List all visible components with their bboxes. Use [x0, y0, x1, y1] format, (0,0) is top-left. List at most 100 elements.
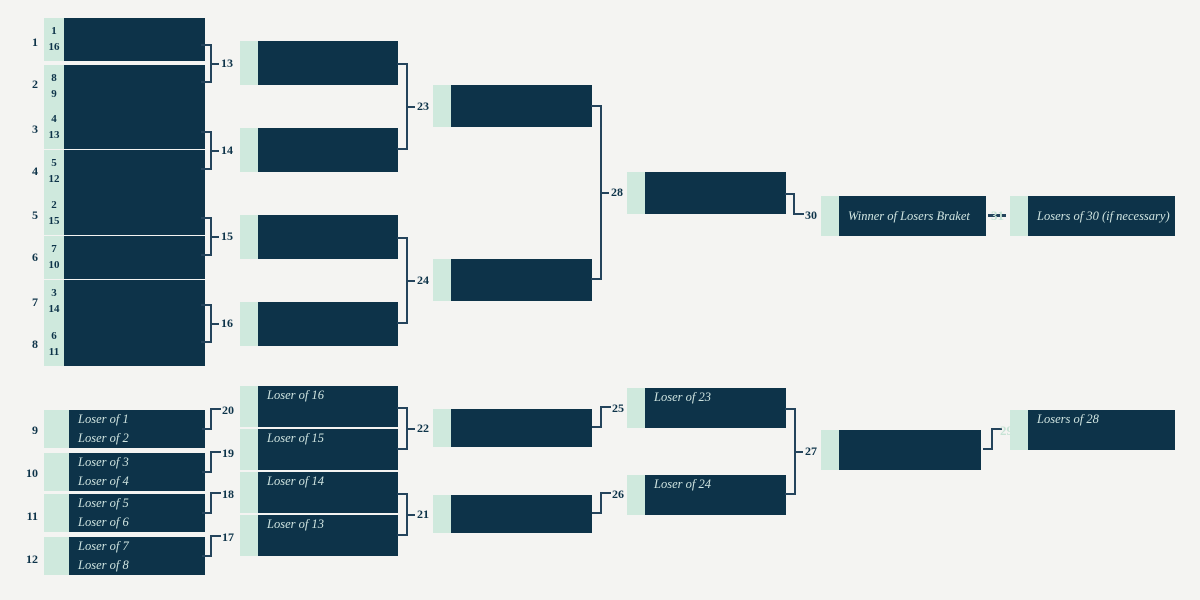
match-box-24[interactable]	[433, 259, 592, 301]
match-body-30: Winner of Losers Braket	[839, 196, 986, 236]
connector-24-label: 24	[417, 273, 429, 287]
match-box-28[interactable]	[627, 172, 786, 214]
match-box-14[interactable]	[240, 128, 398, 172]
connector-17-arm-bottom	[202, 555, 211, 557]
connector-30-arm-bottom	[795, 213, 804, 215]
match-box-11[interactable]: Loser of 5 Loser of 6	[44, 494, 205, 532]
connector-21-arm-bottom	[397, 534, 406, 536]
seed-top-7: 3	[51, 286, 57, 299]
match-box-10[interactable]: Loser of 3 Loser of 4	[44, 453, 205, 491]
match-box-15[interactable]	[240, 215, 398, 259]
match-box-22[interactable]	[433, 409, 592, 447]
connector-27-label: 27	[805, 444, 817, 458]
seed-cap-12	[44, 537, 69, 575]
connector-18-arm-top	[212, 492, 221, 494]
match-box-26[interactable]: Loser of 24	[627, 475, 786, 515]
connector-25-arm-top	[602, 406, 611, 408]
seed-bottom-7: 14	[48, 303, 60, 316]
connector-22-arm-bottom	[397, 448, 406, 450]
connector-21-label: 21	[417, 507, 429, 521]
match-box-20[interactable]: Loser of 16	[240, 386, 398, 427]
match-box-4[interactable]: 5 12	[44, 150, 205, 193]
connector-25-arm-bottom	[592, 426, 601, 428]
game-number-11: 11	[26, 509, 38, 523]
connector-26-spine	[600, 492, 602, 514]
connector-15-label: 15	[221, 229, 233, 243]
connector-20-arm-top	[212, 408, 221, 410]
slot-12-top: Loser of 7	[78, 538, 129, 553]
match-box-16[interactable]	[240, 302, 398, 346]
seed-cap-13	[240, 41, 258, 85]
match-box-31[interactable]: Losers of 30 (if necessary)	[1010, 196, 1175, 236]
slot-31: Losers of 30 (if necessary)	[1037, 208, 1170, 223]
match-box-13[interactable]	[240, 41, 398, 85]
match-box-25[interactable]: Loser of 23	[627, 388, 786, 428]
slot-10-bottom: Loser of 4	[78, 474, 129, 488]
seed-bottom-8: 11	[48, 346, 60, 359]
game-number-10: 10	[26, 466, 38, 480]
seed-cap-22	[433, 409, 451, 447]
match-box-19[interactable]: Loser of 15	[240, 429, 398, 470]
match-body-4	[64, 150, 205, 193]
seed-cap-17	[240, 515, 258, 556]
connector-27-arm-bottom	[785, 493, 794, 495]
match-box-21[interactable]	[433, 495, 592, 533]
seed-cap-25	[627, 388, 645, 428]
connector-15-arm-top	[201, 217, 210, 219]
seed-cap-20	[240, 386, 258, 427]
game-number-6: 6	[32, 250, 38, 264]
match-box-18[interactable]: Loser of 14	[240, 472, 398, 513]
connector-14-arm-top	[201, 131, 210, 133]
connector-17-spine	[210, 535, 212, 557]
connector-28-arm-top	[591, 105, 600, 107]
tournament-bracket: 1 1 16 2 8 9 13 3 4 13 4 5 12 14 5 2 15 …	[0, 0, 1200, 600]
match-box-5[interactable]: 2 15	[44, 192, 205, 235]
match-body-19: Loser of 15	[258, 429, 398, 470]
connector-21-arm-top	[397, 493, 406, 495]
connector-28-label: 28	[611, 185, 623, 199]
match-box-2[interactable]: 8 9	[44, 65, 205, 108]
match-box-9[interactable]: Loser of 1 Loser of 2	[44, 410, 205, 448]
match-body-28	[645, 172, 786, 214]
connector-16-arm-bottom	[201, 341, 210, 343]
connector-28-stub	[602, 192, 609, 194]
connector-13-arm-bottom	[201, 81, 210, 83]
match-body-13	[258, 41, 398, 85]
seed-cap-14	[240, 128, 258, 172]
match-box-12[interactable]: Loser of 7 Loser of 8	[44, 537, 205, 575]
match-body-8	[64, 323, 205, 366]
match-box-3[interactable]: 4 13	[44, 106, 205, 149]
connector-13-label: 13	[221, 56, 233, 70]
slot-11-top: Loser of 5	[78, 495, 129, 510]
seed-top-2: 8	[51, 71, 57, 84]
match-body-14	[258, 128, 398, 172]
connector-16-label: 16	[221, 316, 233, 330]
match-box-17[interactable]: Loser of 13	[240, 515, 398, 556]
connector-19-spine	[210, 451, 212, 473]
match-box-27[interactable]	[821, 430, 981, 470]
slot-18: Loser of 14	[267, 474, 324, 488]
seed-top-1: 1	[51, 24, 57, 37]
connector-31-label: 31	[991, 208, 1004, 223]
match-box-29[interactable]: Losers of 28	[1010, 410, 1175, 450]
match-box-23[interactable]	[433, 85, 592, 127]
connector-28-arm-bottom	[591, 278, 600, 280]
seed-cap-4: 5 12	[44, 150, 64, 193]
match-body-17: Loser of 13	[258, 515, 398, 556]
match-box-8[interactable]: 6 11	[44, 323, 205, 366]
match-box-7[interactable]: 3 14	[44, 280, 205, 323]
match-body-31: Losers of 30 (if necessary)	[1028, 196, 1175, 236]
match-body-15	[258, 215, 398, 259]
seed-cap-19	[240, 429, 258, 470]
match-box-1[interactable]: 1 16	[44, 18, 205, 61]
match-body-3	[64, 106, 205, 149]
connector-23-arm-top	[397, 63, 406, 65]
connector-14-label: 14	[221, 143, 233, 157]
seed-cap-11	[44, 494, 69, 532]
seed-cap-26	[627, 475, 645, 515]
match-body-12: Loser of 7 Loser of 8	[69, 537, 205, 575]
match-box-30[interactable]: Winner of Losers Braket	[821, 196, 986, 236]
match-box-6[interactable]: 7 10	[44, 236, 205, 279]
seed-bottom-4: 12	[48, 173, 60, 186]
seed-cap-24	[433, 259, 451, 301]
